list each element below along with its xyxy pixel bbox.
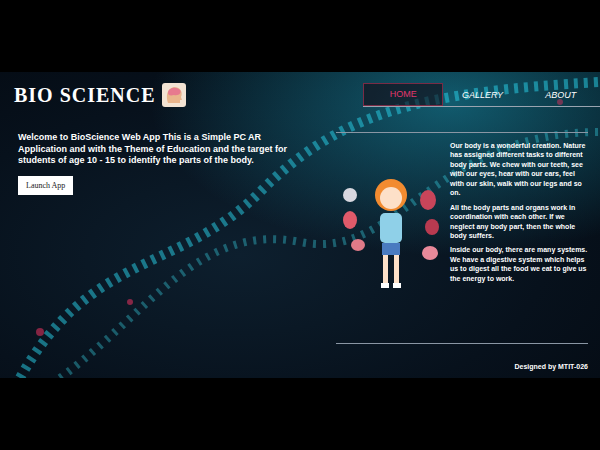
body-organs-illustration-icon xyxy=(336,165,446,295)
designer-credit: Designed by MTIT-026 xyxy=(514,363,588,370)
about-text: Our body is a wonderful creation. Nature… xyxy=(450,141,588,283)
launch-app-button[interactable]: Launch App xyxy=(18,176,73,195)
brain-head-icon xyxy=(162,83,186,107)
footer: Designed by MTIT-026 xyxy=(0,354,600,378)
nav-item[interactable]: GALLERY xyxy=(443,85,521,106)
intro: Welcome to BioScience Web App This is a … xyxy=(0,118,320,354)
logo-text: BIO SCIENCE xyxy=(14,84,156,107)
about-paragraph: Inside our body, there are many systems.… xyxy=(450,245,588,283)
about-panel: Our body is a wonderful creation. Nature… xyxy=(336,132,588,344)
page: BIO SCIENCE HOMEGALLERYABOUT Welcome to Bi… xyxy=(0,0,600,450)
nav-item[interactable]: HOME xyxy=(363,83,443,106)
bottom-letterbox xyxy=(0,378,600,450)
hero-stage: BIO SCIENCE HOMEGALLERYABOUT Welcome to Bi… xyxy=(0,72,600,378)
nav: HOMEGALLERYABOUT xyxy=(363,84,600,107)
header: BIO SCIENCE HOMEGALLERYABOUT xyxy=(0,72,600,118)
top-letterbox xyxy=(0,0,600,72)
nav-item[interactable]: ABOUT xyxy=(522,85,600,106)
content: Welcome to BioScience Web App This is a … xyxy=(0,118,600,354)
logo[interactable]: BIO SCIENCE xyxy=(14,83,186,107)
about-paragraph: Our body is a wonderful creation. Nature… xyxy=(450,141,588,198)
intro-text: Welcome to BioScience Web App This is a … xyxy=(18,132,308,167)
about-paragraph: All the body parts and organs work in co… xyxy=(450,203,588,241)
